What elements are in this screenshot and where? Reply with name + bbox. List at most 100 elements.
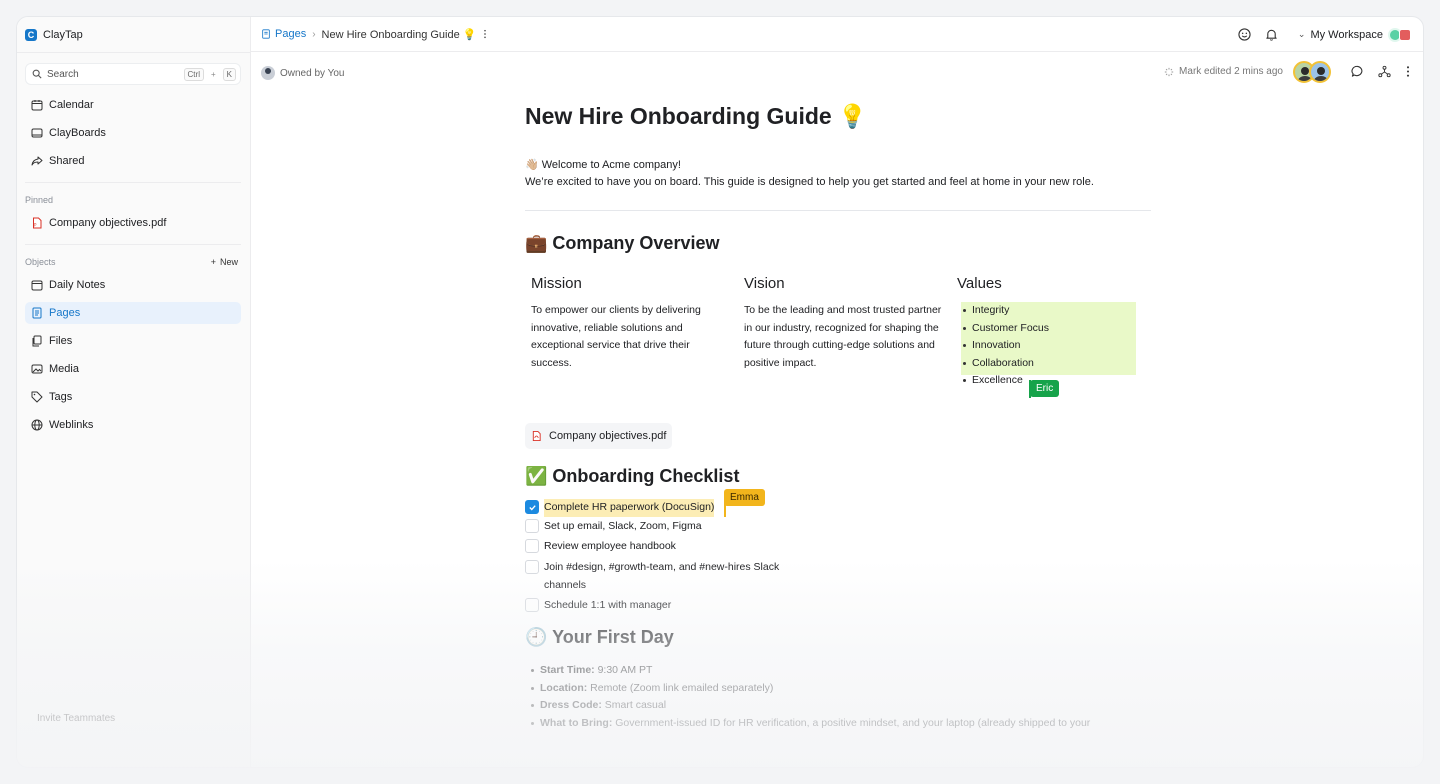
list-item[interactable]: Location: Remote (Zoom link emailed sepa… (531, 680, 1090, 698)
calendar-icon (31, 100, 43, 111)
list-item[interactable]: Dress Code: Smart casual (531, 697, 1090, 715)
breadcrumb-pages-link[interactable]: Pages (261, 28, 306, 40)
first-day-list: Start Time: 9:30 AM PT Location: Remote … (531, 662, 1090, 733)
sync-spinner-icon (1164, 67, 1174, 76)
sidebar-item-weblinks[interactable]: Weblinks (25, 414, 241, 436)
list-item[interactable]: Collaboration (962, 355, 1049, 373)
list-item[interactable]: Innovation (962, 337, 1049, 355)
header-actions: ⌄ My Workspace (1238, 17, 1411, 52)
checkbox[interactable] (525, 598, 539, 612)
vision-text[interactable]: To be the leading and most trusted partn… (744, 302, 944, 372)
checklist-label[interactable]: Set up email, Slack, Zoom, Figma (544, 518, 702, 536)
sidebar-divider (25, 182, 241, 183)
list-item[interactable]: Start Time: 9:30 AM PT (531, 662, 1090, 680)
sidebar-item-label: Media (49, 363, 79, 375)
sidebar-item-pinned-pdf[interactable]: P Company objectives.pdf (25, 212, 241, 234)
checklist-item: Complete HR paperwork (DocuSign) (525, 499, 715, 517)
chevron-down-icon: ⌄ (1297, 29, 1306, 39)
values-column: Values (957, 275, 1157, 302)
mission-column: Mission To empower our clients by delive… (531, 275, 731, 372)
comment-icon[interactable] (1351, 65, 1364, 78)
sidebar-item-tags[interactable]: Tags (25, 386, 241, 408)
plus-icon: + (210, 257, 216, 267)
sidebar-item-pages[interactable]: Pages (25, 302, 241, 324)
shortcut-plus: + (210, 69, 216, 79)
new-object-button[interactable]: + New (211, 257, 238, 267)
attachment-chip[interactable]: Company objectives.pdf (525, 423, 673, 449)
claytap-logo-icon: C (25, 29, 37, 41)
sidebar-item-label: ClayBoards (49, 127, 106, 139)
checklist-label[interactable]: Complete HR paperwork (DocuSign) (544, 499, 715, 517)
sidebar-item-label: Files (49, 335, 73, 347)
invite-teammates-button[interactable]: Invite Teammates (37, 713, 115, 724)
sidebar-item-daily-notes[interactable]: Daily Notes (25, 274, 241, 296)
attachment-name: Company objectives.pdf (549, 430, 667, 442)
page-icon (262, 29, 270, 39)
checkbox[interactable] (525, 519, 539, 533)
section-heading-first-day[interactable]: 🕘 Your First Day (525, 627, 674, 648)
intro-line[interactable]: 👋🏼 Welcome to Acme company! (525, 158, 681, 171)
sidebar-item-calendar[interactable]: Calendar (25, 94, 241, 116)
shortcut-ctrl: Ctrl (183, 67, 204, 81)
share-icon (31, 156, 43, 166)
media-icon (31, 364, 43, 374)
values-list: Integrity Customer Focus Innovation Coll… (962, 302, 1049, 390)
page-actions (1351, 65, 1411, 78)
checkbox[interactable] (525, 560, 539, 574)
workspace-secondary-logo-icon (1399, 28, 1411, 41)
checklist-label[interactable]: Join #design, #growth-team, and #new-hir… (544, 559, 815, 594)
page-meta-bar: Owned by You Mark edited 2 mins ago (251, 53, 1423, 93)
breadcrumb-current[interactable]: New Hire Onboarding Guide 💡 (322, 28, 477, 41)
chevron-right-icon: › (312, 28, 316, 40)
sidebar-item-clayboards[interactable]: ClayBoards (25, 122, 241, 144)
objects-label: Objects (25, 257, 56, 267)
search-input[interactable]: Search Ctrl + K (25, 63, 241, 85)
vision-heading[interactable]: Vision (744, 275, 944, 292)
owner-label: Owned by You (280, 67, 345, 79)
checklist-label[interactable]: Schedule 1:1 with manager (544, 597, 671, 615)
smiley-icon[interactable] (1238, 28, 1251, 41)
sidebar-item-files[interactable]: Files (25, 330, 241, 352)
brand[interactable]: C ClayTap (25, 27, 83, 43)
checkbox[interactable] (525, 500, 539, 514)
pdf-icon: P (33, 217, 42, 229)
list-item[interactable]: Customer Focus (962, 320, 1049, 338)
section-heading-overview[interactable]: 💼 Company Overview (525, 233, 719, 254)
checklist-label[interactable]: Review employee handbook (544, 538, 676, 556)
more-vertical-icon[interactable] (1405, 65, 1411, 78)
list-item[interactable]: What to Bring: Government-issued ID for … (531, 715, 1090, 733)
sidebar-item-label: Weblinks (49, 419, 94, 431)
globe-icon (31, 419, 43, 431)
sidebar: C ClayTap Search Ctrl + K Calendar ClayB… (17, 17, 251, 767)
avatar (1309, 61, 1331, 83)
sidebar-item-label: Daily Notes (49, 279, 106, 291)
values-heading[interactable]: Values (957, 275, 1157, 292)
collaborator-avatars[interactable] (1293, 61, 1331, 83)
sidebar-divider (17, 52, 250, 53)
list-item[interactable]: Integrity (962, 302, 1049, 320)
intro-line[interactable]: We’re excited to have you on board. This… (525, 176, 1165, 188)
divider (525, 210, 1151, 211)
breadcrumb: Pages › New Hire Onboarding Guide 💡 (261, 28, 488, 41)
mission-heading[interactable]: Mission (531, 275, 731, 292)
avatar (261, 66, 275, 80)
bell-icon[interactable] (1265, 28, 1278, 41)
sidebar-divider (25, 244, 241, 245)
mission-text[interactable]: To empower our clients by delivering inn… (531, 302, 731, 372)
sidebar-item-media[interactable]: Media (25, 358, 241, 380)
search-icon (32, 69, 42, 79)
breadcrumb-section: Pages (275, 28, 307, 40)
collaborator-label-eric: Eric (1030, 380, 1060, 397)
share-network-icon[interactable] (1378, 65, 1391, 78)
checkbox[interactable] (525, 539, 539, 553)
vision-column: Vision To be the leading and most truste… (744, 275, 944, 372)
page-title[interactable]: New Hire Onboarding Guide 💡 (525, 103, 867, 130)
sidebar-item-shared[interactable]: Shared (25, 150, 241, 172)
new-label: New (219, 257, 238, 267)
more-vertical-icon[interactable] (482, 29, 488, 39)
section-heading-checklist[interactable]: ✅ Onboarding Checklist (525, 466, 739, 487)
tag-icon (31, 391, 43, 403)
sidebar-item-label: Company objectives.pdf (49, 217, 167, 229)
workspace-switcher[interactable]: ⌄ My Workspace (1297, 27, 1411, 42)
collaborator-label-emma: Emma (724, 489, 765, 506)
